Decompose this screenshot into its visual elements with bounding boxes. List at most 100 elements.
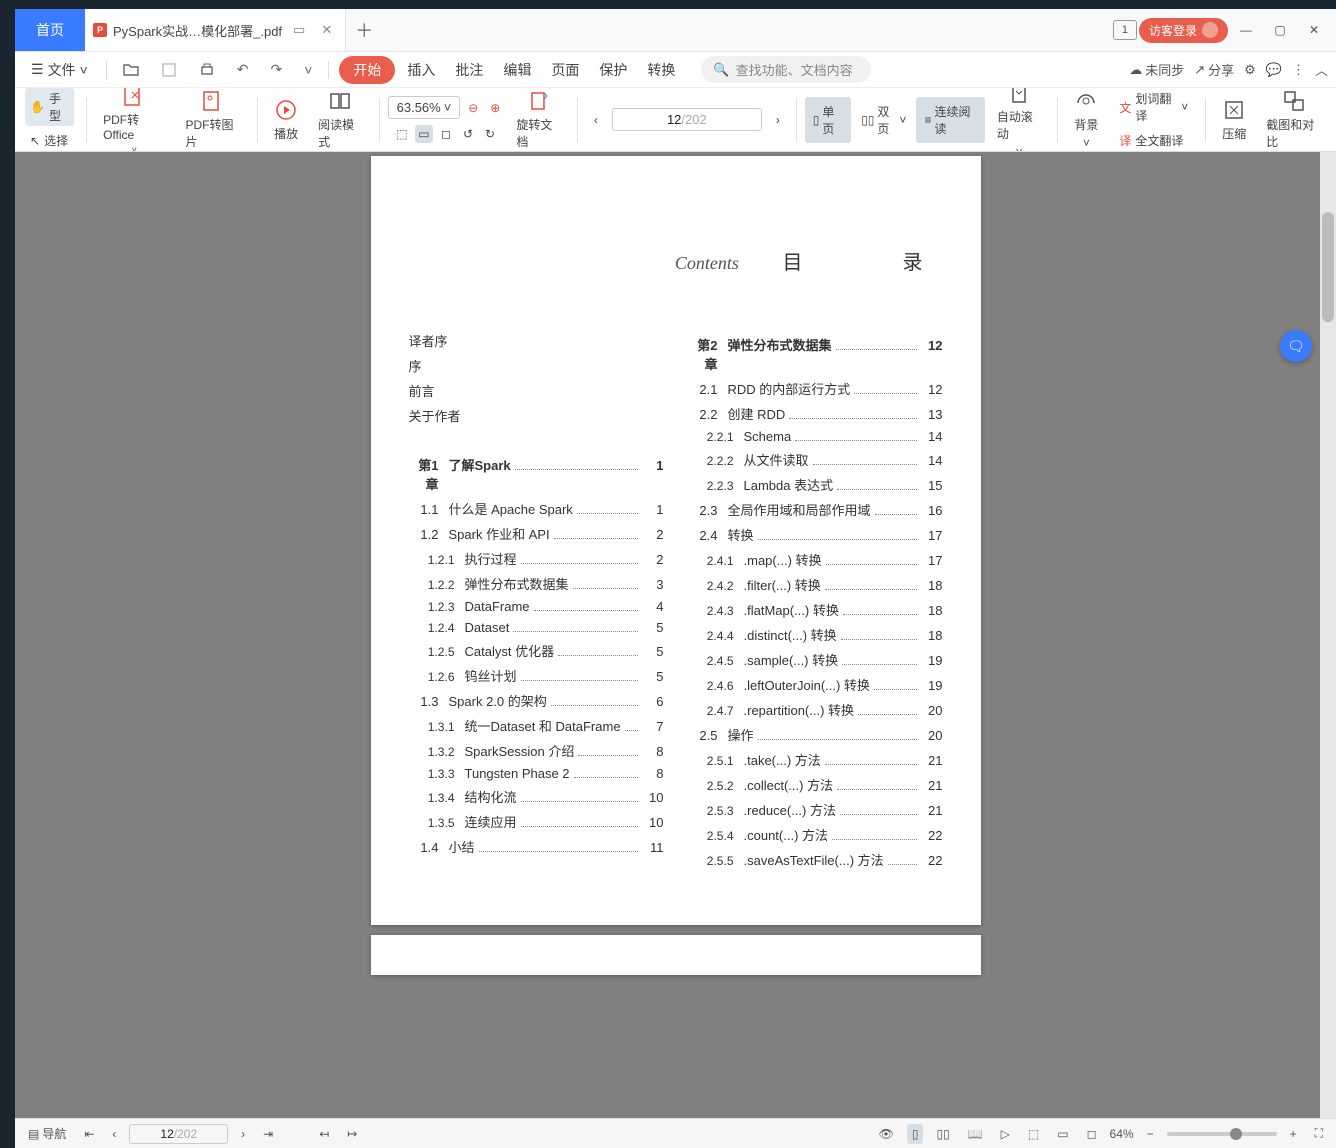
vertical-scrollbar[interactable] xyxy=(1320,152,1336,1118)
first-page-button[interactable]: ⇤ xyxy=(79,1124,99,1144)
zoom-dropdown[interactable]: 63.56% ˅ xyxy=(388,96,461,119)
translate-full-icon: 译 xyxy=(1119,132,1131,149)
print-icon[interactable] xyxy=(193,58,221,82)
toc-line: 1.3.3Tungsten Phase 28 xyxy=(409,766,664,781)
status-fit2-icon[interactable]: ▭ xyxy=(1052,1124,1073,1144)
minimize-button[interactable]: — xyxy=(1230,16,1262,44)
more-icon[interactable]: ⋮ xyxy=(1292,62,1305,78)
zoom-out-icon[interactable]: ⊖ xyxy=(464,99,482,117)
feedback-icon[interactable]: 💬 xyxy=(1266,62,1282,78)
rotate-right-icon[interactable]: ↻ xyxy=(481,125,499,143)
open-icon[interactable] xyxy=(117,58,145,82)
compress-button[interactable]: 压缩 xyxy=(1214,95,1254,145)
contents-label: 目 录 xyxy=(783,252,943,274)
status-zoom-out[interactable]: − xyxy=(1142,1124,1159,1144)
tab-home[interactable]: 首页 xyxy=(15,9,85,51)
menu-编辑[interactable]: 编辑 xyxy=(495,56,539,84)
word-translate-button[interactable]: 文划词翻译˅ xyxy=(1114,88,1193,126)
forward-view-button[interactable]: ↦ xyxy=(342,1124,362,1144)
prev-page-button[interactable]: ‹ xyxy=(107,1124,121,1144)
toc-front: 前言 xyxy=(409,381,664,400)
toc-line: 2.3全局作用域和局部作用域16 xyxy=(688,500,943,519)
tab-window-icon[interactable]: ▭ xyxy=(288,22,310,38)
hand-tool[interactable]: ✋手型 xyxy=(25,88,74,126)
redo-icon[interactable]: ↷ xyxy=(264,57,288,82)
maximize-button[interactable]: ▢ xyxy=(1264,16,1296,44)
status-fit3-icon[interactable]: ◻ xyxy=(1082,1124,1102,1144)
zoom-in-icon[interactable]: ⊕ xyxy=(486,99,504,117)
avatar-icon xyxy=(1202,22,1218,38)
auto-scroll-button[interactable]: 自动滚动˅ xyxy=(989,88,1050,152)
select-tool[interactable]: ↖选择 xyxy=(25,130,74,151)
toc-line: 2.4.6.leftOuterJoin(...) 转换19 xyxy=(688,675,943,694)
menu-页面[interactable]: 页面 xyxy=(543,56,587,84)
close-button[interactable]: ✕ xyxy=(1298,16,1330,44)
status-single-icon[interactable]: ▯ xyxy=(907,1124,924,1144)
assistant-floating-button[interactable]: 🗨 xyxy=(1280,330,1312,362)
file-menu[interactable]: ☰ 文件 ˅ xyxy=(23,56,96,84)
play-button[interactable]: 播放 xyxy=(266,95,306,145)
collapse-ribbon-icon[interactable]: ︿ xyxy=(1315,60,1328,79)
toc-line: 1.2.1执行过程2 xyxy=(409,549,664,568)
read-mode-button[interactable]: 阅读模式 xyxy=(310,88,371,152)
fit-actual-icon[interactable]: ◻ xyxy=(437,125,455,143)
rotate-doc-button[interactable]: 旋转文档 xyxy=(508,88,569,152)
toc-line: 2.4.1.map(...) 转换17 xyxy=(688,550,943,569)
menu-转换[interactable]: 转换 xyxy=(639,56,683,84)
eye-protect-icon[interactable]: 👁 xyxy=(874,1124,899,1144)
settings-icon[interactable]: ⚙ xyxy=(1244,62,1256,78)
new-tab-button[interactable]: ＋ xyxy=(346,9,382,51)
page-input[interactable]: 12/202 xyxy=(612,108,762,131)
zoom-slider-knob[interactable] xyxy=(1230,1128,1242,1140)
menu-插入[interactable]: 插入 xyxy=(399,56,443,84)
back-view-button[interactable]: ↤ xyxy=(314,1124,334,1144)
search-input[interactable]: 🔍 查找功能、文档内容 xyxy=(701,56,871,83)
rotate-left-icon[interactable]: ↺ xyxy=(459,125,477,143)
crop-compare-button[interactable]: 截图和对比 xyxy=(1258,88,1330,152)
tab-document[interactable]: P PySpark实战…模化部署_.pdf ▭ ✕ xyxy=(85,9,346,51)
menu-开始[interactable]: 开始 xyxy=(339,56,395,84)
pdf-page: Contents 目 录 译者序序前言关于作者第1章了解Spark11.1什么是… xyxy=(371,156,981,925)
toc-right-column: 第2章弹性分布式数据集122.1RDD 的内部运行方式122.2创建 RDD13… xyxy=(688,325,943,875)
history-dropdown-icon[interactable]: ˅ xyxy=(298,58,318,82)
save-icon[interactable] xyxy=(155,58,183,82)
single-page-button[interactable]: ▯单页 xyxy=(805,97,851,143)
fullscreen-icon[interactable]: ⛶ xyxy=(1310,1123,1328,1144)
sync-button[interactable]: ☁未同步 xyxy=(1129,60,1184,79)
next-page-button[interactable]: › xyxy=(236,1124,250,1144)
pdf-to-image-button[interactable]: PDF转图片 xyxy=(177,88,249,152)
fit-width-icon[interactable]: ⬚ xyxy=(393,125,411,143)
toc-line: 1.3.1统一Dataset 和 DataFrame7 xyxy=(409,716,664,735)
fit-page-icon[interactable]: ▭ xyxy=(415,125,433,143)
status-fit1-icon[interactable]: ⬚ xyxy=(1023,1124,1044,1144)
status-play-icon[interactable]: ▷ xyxy=(996,1124,1015,1144)
last-page-button[interactable]: ⇥ xyxy=(258,1124,278,1144)
zoom-slider[interactable] xyxy=(1167,1132,1277,1136)
menu-批注[interactable]: 批注 xyxy=(447,56,491,84)
toc-line: 1.2.6钨丝计划5 xyxy=(409,666,664,685)
status-double-icon[interactable]: ▯▯ xyxy=(931,1124,954,1144)
background-button[interactable]: 背景˅ xyxy=(1066,88,1106,152)
double-page-button[interactable]: ▯▯双页˅ xyxy=(853,97,914,143)
continuous-button[interactable]: ≡连续阅读 xyxy=(916,97,984,143)
hand-icon: ✋ xyxy=(30,100,45,114)
status-page-input[interactable]: 12/202 xyxy=(129,1124,228,1144)
full-translate-button[interactable]: 译全文翻译 xyxy=(1114,130,1193,151)
pdf-to-office-button[interactable]: PDF转Office˅ xyxy=(95,88,173,152)
prev-page-icon[interactable]: ‹ xyxy=(586,109,606,131)
share-button[interactable]: ↗分享 xyxy=(1194,60,1234,79)
status-book-icon[interactable]: 📖 xyxy=(963,1124,988,1144)
guest-login-button[interactable]: 访客登录 xyxy=(1139,18,1228,43)
toc-front: 译者序 xyxy=(409,331,664,350)
nav-panel-button[interactable]: ▤导航 xyxy=(23,1122,71,1145)
document-viewport[interactable]: Contents 目 录 译者序序前言关于作者第1章了解Spark11.1什么是… xyxy=(15,152,1336,1118)
next-page-icon[interactable]: › xyxy=(768,109,788,131)
scrollbar-thumb[interactable] xyxy=(1322,212,1334,322)
undo-icon[interactable]: ↶ xyxy=(231,57,255,82)
menu-保护[interactable]: 保护 xyxy=(591,56,635,84)
status-zoom-in[interactable]: + xyxy=(1285,1124,1302,1144)
toolbar: ✋手型 ↖选择 PDF转Office˅ PDF转图片 播放 阅读模式 63.56… xyxy=(15,88,1336,152)
notification-badge[interactable]: 1 xyxy=(1113,20,1137,40)
tab-close-icon[interactable]: ✕ xyxy=(316,22,337,38)
share-icon: ↗ xyxy=(1194,62,1205,78)
